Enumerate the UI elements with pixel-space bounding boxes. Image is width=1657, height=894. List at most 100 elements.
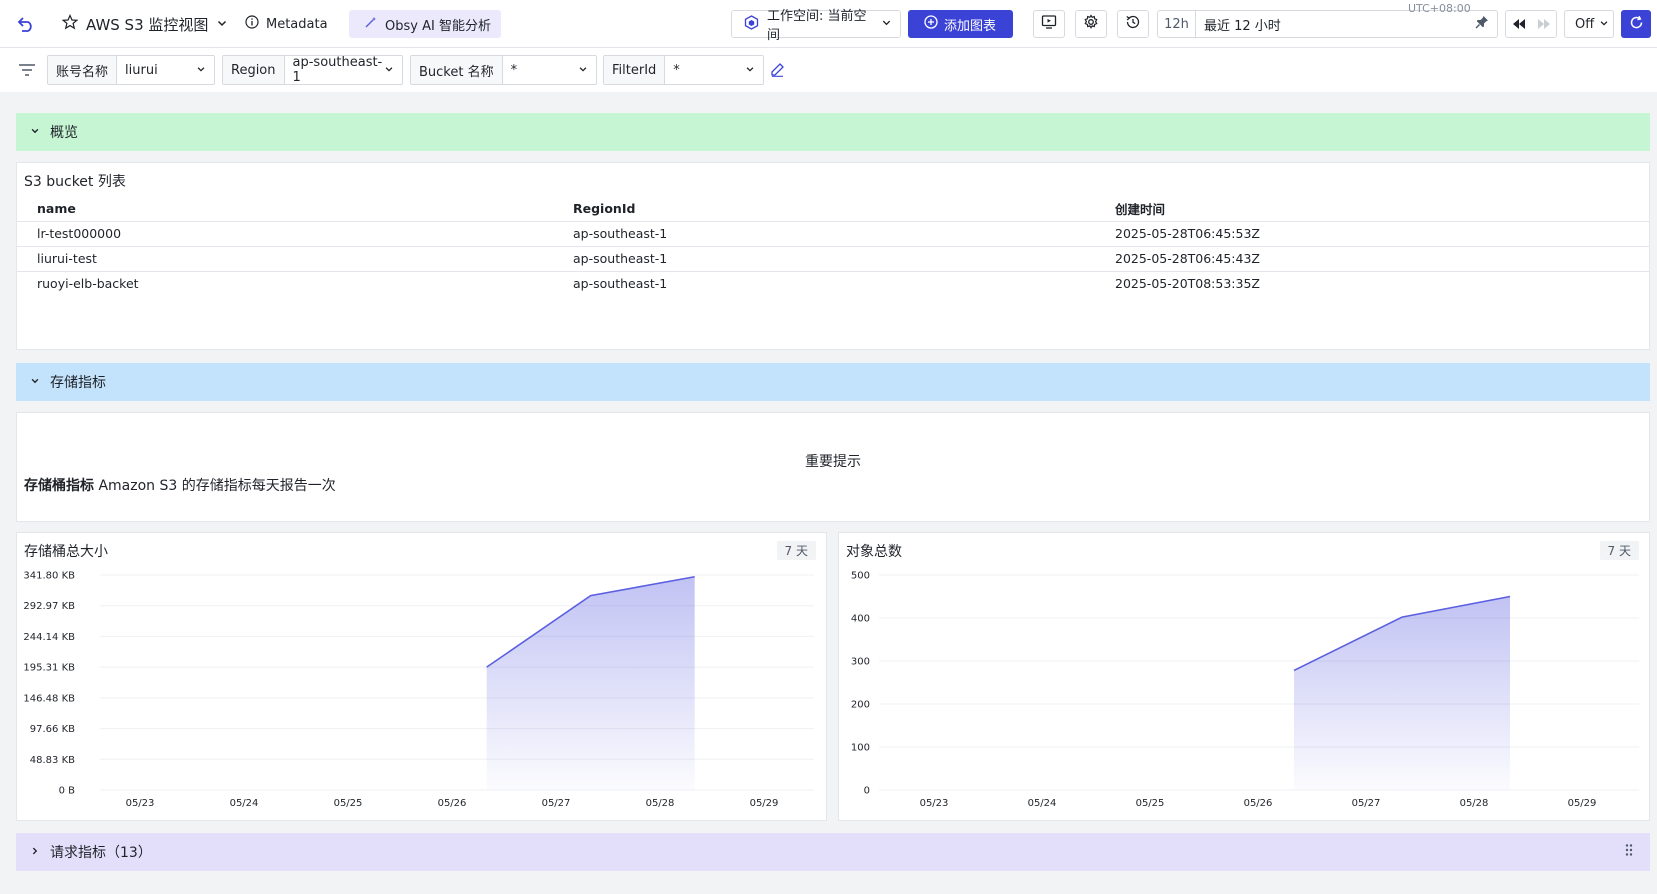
table-cell: liurui-test (17, 246, 553, 272)
table-header-row: name RegionId 创建时间 (17, 196, 1649, 222)
settings-button[interactable] (1075, 10, 1107, 38)
column-header[interactable]: 创建时间 (1095, 196, 1649, 222)
table-cell: ap-southeast-1 (553, 246, 1095, 272)
y-tick-label: 244.14 KB (23, 632, 75, 643)
add-chart-label: 添加图表 (944, 18, 997, 34)
panel-title: S3 bucket 列表 (24, 174, 126, 190)
edit-variables-icon[interactable] (770, 62, 785, 81)
row-title: 概览 (50, 125, 78, 141)
y-tick-label: 0 (864, 786, 870, 797)
x-tick-label: 05/23 (126, 798, 155, 809)
chevron-down-icon (30, 124, 40, 140)
x-tick-label: 05/25 (1136, 798, 1165, 809)
dashboard-title-text: AWS S3 监控视图 (86, 15, 209, 34)
filterid-filter[interactable]: FilterId * (603, 55, 764, 85)
table-cell: ap-southeast-1 (553, 221, 1095, 247)
filter-key: FilterId (604, 56, 666, 84)
ai-analysis-button[interactable]: Obsy AI 智能分析 (349, 10, 501, 38)
dashboard-title[interactable]: AWS S3 监控视图 (61, 12, 228, 36)
bucket-list-panel: S3 bucket 列表 name RegionId 创建时间 lr-test0… (16, 162, 1650, 350)
table-cell: lr-test000000 (17, 221, 553, 247)
x-tick-label: 05/28 (646, 798, 675, 809)
note-bold: 存储桶指标 (24, 478, 94, 494)
metadata-button[interactable]: Metadata (245, 12, 328, 36)
pin-icon[interactable] (1475, 15, 1489, 33)
y-tick-label: 341.80 KB (23, 571, 75, 582)
info-icon (245, 15, 259, 33)
auto-refresh-select[interactable]: Off (1564, 10, 1614, 38)
cube-icon (744, 14, 759, 34)
filter-value[interactable]: ap-southeast-1 (285, 55, 402, 85)
time-shift-control (1505, 10, 1557, 38)
bucket-size-chart[interactable]: 0 B 48.83 KB 97.66 KB 146.48 KB 195.31 KB 244… (17, 533, 826, 820)
drag-handle-icon[interactable] (1624, 843, 1634, 861)
time-quick-select[interactable]: 12h (1158, 11, 1196, 37)
table-cell: 2025-05-20T08:53:35Z (1115, 276, 1260, 292)
column-header[interactable]: RegionId (553, 196, 1095, 222)
bucket-size-chart-panel: 存储桶总大小 7 天 0 B 48.83 KB 97.66 KB 146.48 KB 1… (16, 532, 827, 821)
chevron-down-icon[interactable] (216, 15, 228, 33)
x-tick-label: 05/25 (334, 798, 363, 809)
account-filter[interactable]: 账号名称 liurui (47, 55, 215, 85)
row-storage-metrics[interactable]: 存储指标 (16, 363, 1650, 401)
y-tick-label: 200 (851, 700, 870, 711)
chevron-right-icon (30, 844, 40, 860)
history-button[interactable] (1117, 10, 1149, 38)
timezone-label: UTC+08:00 (1408, 2, 1471, 15)
table-cell: 2025-05-28T06:45:43Z (1095, 246, 1649, 272)
filter-icon[interactable] (18, 63, 36, 81)
auto-refresh-value: Off (1575, 16, 1595, 32)
row-overview[interactable]: 概览 (16, 113, 1650, 151)
y-tick-label: 146.48 KB (23, 693, 75, 704)
table-row: ruoyi-elb-backet ap-southeast-1 2025-05-… (17, 271, 1649, 296)
object-count-chart[interactable]: 0 100 200 300 400 500 05/23 05/24 05/25 05/26 05/2… (839, 533, 1649, 820)
chevron-down-icon (578, 63, 588, 78)
object-count-chart-panel: 对象总数 7 天 0 100 200 300 400 500 05/23 05/24 05/25… (838, 532, 1650, 821)
y-tick-label: 500 (851, 571, 870, 582)
add-chart-button[interactable]: 添加图表 (908, 10, 1013, 38)
row-title: 存储指标 (50, 375, 106, 391)
x-tick-label: 05/28 (1460, 798, 1489, 809)
filter-value[interactable]: liurui (117, 56, 214, 84)
x-tick-label: 05/29 (1568, 798, 1597, 809)
present-mode-button[interactable] (1033, 10, 1065, 38)
table-row: liurui-test ap-southeast-1 2025-05-28T06… (17, 246, 1649, 272)
ai-analysis-label: Obsy AI 智能分析 (385, 18, 491, 34)
region-filter[interactable]: Region ap-southeast-1 (222, 55, 403, 85)
y-tick-label: 195.31 KB (23, 663, 75, 674)
x-tick-label: 05/26 (1244, 798, 1273, 809)
rewind-icon[interactable] (1506, 11, 1531, 37)
series-area (1294, 596, 1510, 790)
bucket-filter[interactable]: Bucket 名称 * (410, 55, 597, 85)
metadata-label: Metadata (266, 16, 328, 32)
chevron-down-icon (196, 63, 206, 78)
filter-key: Bucket 名称 (411, 56, 503, 84)
fast-forward-icon[interactable] (1531, 11, 1556, 37)
x-tick-label: 05/29 (750, 798, 779, 809)
note-text: 存储桶指标 Amazon S3 的存储指标每天报告一次 (24, 475, 336, 495)
workspace-select[interactable]: 工作空间: 当前空间 (731, 9, 901, 43)
series-area (486, 576, 695, 790)
y-tick-label: 400 (851, 614, 870, 625)
row-request-metrics[interactable]: 请求指标（13） (16, 833, 1650, 871)
table-cell: ruoyi-elb-backet (37, 276, 139, 292)
row-title: 请求指标（13） (50, 845, 152, 861)
plus-circle-icon (924, 15, 938, 33)
column-header[interactable]: name (17, 196, 553, 222)
y-tick-label: 292.97 KB (23, 601, 75, 612)
note-heading: 重要提示 (805, 454, 861, 470)
back-icon[interactable] (14, 12, 38, 36)
chevron-down-icon (745, 63, 755, 78)
x-tick-label: 05/27 (542, 798, 571, 809)
star-icon[interactable] (61, 14, 79, 34)
x-tick-label: 05/24 (1028, 798, 1057, 809)
refresh-button[interactable] (1621, 10, 1651, 38)
monitor-icon (1041, 14, 1057, 34)
note-body: Amazon S3 的存储指标每天报告一次 (94, 478, 336, 494)
filter-value[interactable]: * (665, 56, 763, 84)
filter-value[interactable]: * (503, 56, 596, 84)
filter-value-text: * (510, 62, 518, 78)
filter-value-text: * (673, 62, 680, 78)
time-range-label: 最近 12 小时 (1204, 18, 1281, 34)
workspace-label: 工作空间: 当前空间 (767, 9, 867, 43)
